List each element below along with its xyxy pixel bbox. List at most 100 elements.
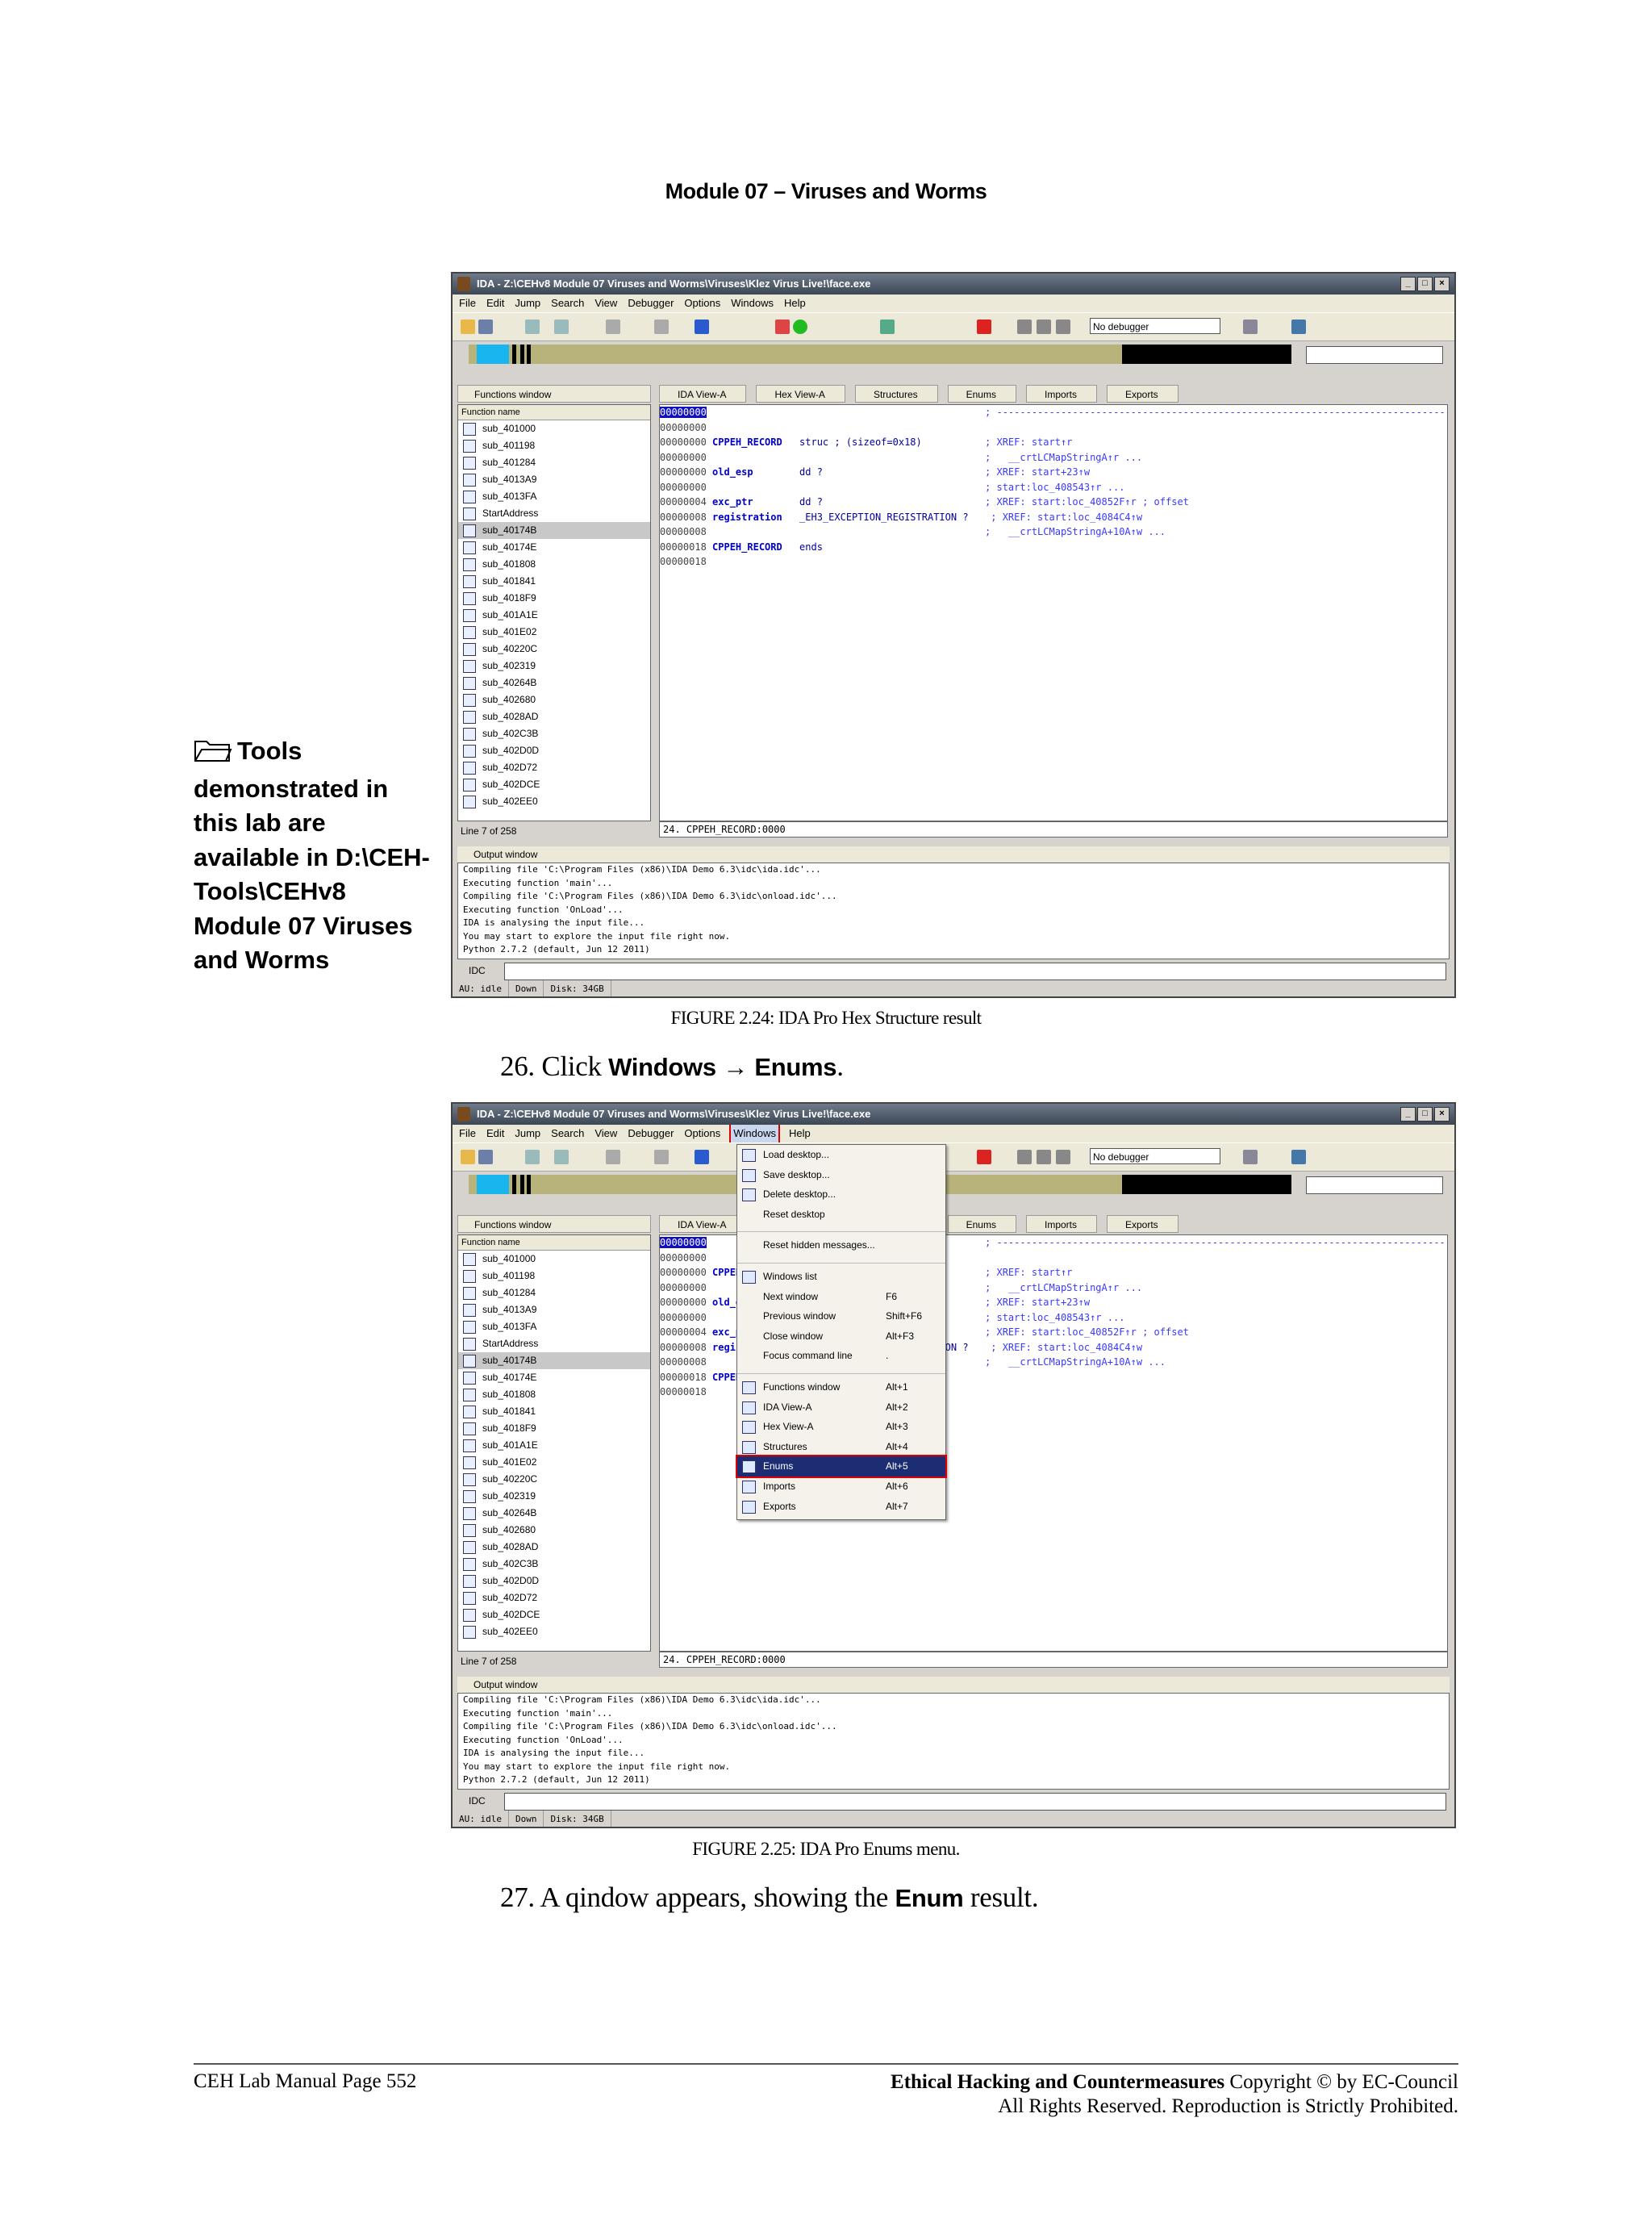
down-arrow-icon[interactable] — [695, 320, 709, 334]
function-row[interactable]: sub_401A1E — [458, 1437, 650, 1454]
menu-item-functions-window[interactable]: Functions window Alt+1 — [737, 1377, 945, 1397]
down-arrow-icon[interactable] — [695, 1150, 709, 1164]
function-row[interactable]: sub_4013A9 — [458, 471, 650, 488]
function-row[interactable]: sub_401841 — [458, 1403, 650, 1420]
function-row[interactable]: sub_401000 — [458, 420, 650, 437]
output-window[interactable]: Compiling file 'C:\Program Files (x86)\I… — [457, 1693, 1450, 1790]
menu-search[interactable]: Search — [551, 1125, 584, 1142]
function-row[interactable]: sub_402C3B — [458, 725, 650, 742]
save-icon[interactable] — [478, 1150, 493, 1164]
minimize-icon[interactable]: _ — [1400, 277, 1416, 291]
stop-icon[interactable] — [1056, 1150, 1070, 1164]
function-row[interactable]: sub_402DCE — [458, 1606, 650, 1623]
menu-item-structures[interactable]: Structures Alt+4 — [737, 1437, 945, 1457]
function-row[interactable]: sub_40220C — [458, 641, 650, 658]
function-row[interactable]: sub_402DCE — [458, 776, 650, 793]
function-row[interactable]: sub_401808 — [458, 1386, 650, 1403]
function-row[interactable]: sub_4018F9 — [458, 1420, 650, 1437]
save-icon[interactable] — [478, 320, 493, 334]
stop-icon[interactable] — [1056, 320, 1070, 334]
menu-item-next-window[interactable]: Next window F6 — [737, 1287, 945, 1307]
back-icon[interactable] — [525, 1150, 540, 1164]
run-icon[interactable] — [793, 320, 807, 334]
function-row[interactable]: sub_401284 — [458, 454, 650, 471]
menu-item-close-window[interactable]: Close window Alt+F3 — [737, 1326, 945, 1347]
menu-item-save-desktop[interactable]: Save desktop... — [737, 1165, 945, 1185]
tab-enums[interactable]: Enums — [947, 385, 1016, 403]
idc-input[interactable] — [504, 963, 1446, 980]
output-window[interactable]: Compiling file 'C:\Program Files (x86)\I… — [457, 863, 1450, 959]
menu-search[interactable]: Search — [551, 294, 584, 312]
minimize-icon[interactable]: _ — [1400, 1107, 1416, 1122]
attach-icon[interactable] — [1243, 1150, 1258, 1164]
function-row[interactable]: sub_402EE0 — [458, 1623, 650, 1640]
tab-ida-view[interactable]: IDA View-A — [659, 1215, 747, 1233]
function-row[interactable]: sub_40174B — [458, 522, 650, 539]
function-row[interactable]: sub_402EE0 — [458, 793, 650, 810]
open-icon[interactable] — [461, 320, 475, 334]
tab-imports[interactable]: Imports — [1025, 385, 1097, 403]
function-row[interactable]: sub_4028AD — [458, 1539, 650, 1556]
functions-list[interactable]: Function name sub_401000 sub_401198 sub_40… — [457, 404, 651, 821]
menu-item-previous-window[interactable]: Previous window Shift+F6 — [737, 1306, 945, 1326]
function-row[interactable]: sub_40220C — [458, 1471, 650, 1488]
function-row[interactable]: sub_401000 — [458, 1251, 650, 1268]
cancel-icon[interactable] — [977, 1150, 991, 1164]
maximize-icon[interactable]: □ — [1417, 1107, 1433, 1122]
nav-band-bar[interactable] — [469, 345, 1291, 364]
settings-icon[interactable] — [1291, 320, 1306, 334]
menu-options[interactable]: Options — [684, 1125, 720, 1142]
menu-edit[interactable]: Edit — [486, 294, 504, 312]
idc-input[interactable] — [504, 1793, 1446, 1811]
menu-item-ida-view-a[interactable]: IDA View-A Alt+2 — [737, 1397, 945, 1418]
menu-file[interactable]: File — [459, 294, 476, 312]
cancel-icon[interactable] — [977, 320, 991, 334]
function-row[interactable]: sub_4013FA — [458, 488, 650, 505]
menu-item-exports[interactable]: Exports Alt+7 — [737, 1497, 945, 1517]
function-row[interactable]: sub_4013FA — [458, 1318, 650, 1335]
tab-hex-view[interactable]: Hex View-A — [756, 385, 845, 403]
function-row[interactable]: sub_402C3B — [458, 1556, 650, 1573]
menu-debugger[interactable]: Debugger — [628, 294, 674, 312]
function-row[interactable]: sub_401198 — [458, 437, 650, 454]
menu-edit[interactable]: Edit — [486, 1125, 504, 1142]
nav-combo[interactable] — [1306, 1176, 1443, 1194]
function-row[interactable]: sub_4018F9 — [458, 590, 650, 607]
debugger-select[interactable]: No debugger — [1090, 318, 1220, 334]
function-row[interactable]: sub_40174B — [458, 1352, 650, 1369]
function-row[interactable]: sub_401A1E — [458, 607, 650, 624]
menu-item-focus-command-line[interactable]: Focus command line. — [737, 1346, 945, 1366]
plugin-icon[interactable] — [880, 320, 895, 334]
copy-icon[interactable] — [606, 320, 620, 334]
menu-view[interactable]: View — [594, 294, 617, 312]
menu-help[interactable]: Help — [789, 1125, 811, 1142]
settings-icon[interactable] — [1291, 1150, 1306, 1164]
function-row[interactable]: sub_402680 — [458, 691, 650, 708]
close-icon[interactable]: × — [1434, 277, 1450, 291]
pause-icon[interactable] — [1037, 1150, 1051, 1164]
menu-item-hex-view-a[interactable]: Hex View-A Alt+3 — [737, 1417, 945, 1437]
forward-icon[interactable] — [554, 320, 569, 334]
menu-windows[interactable]: Windows — [729, 1123, 780, 1144]
tab-imports[interactable]: Imports — [1025, 1215, 1097, 1233]
function-row[interactable]: sub_40174E — [458, 1369, 650, 1386]
paste-icon[interactable] — [654, 320, 669, 334]
menu-file[interactable]: File — [459, 1125, 476, 1142]
back-icon[interactable] — [525, 320, 540, 334]
function-row[interactable]: sub_402D72 — [458, 1589, 650, 1606]
paste-icon[interactable] — [654, 1150, 669, 1164]
close-icon[interactable]: × — [1434, 1107, 1450, 1122]
function-name-column[interactable]: Function name — [458, 405, 650, 420]
structure-view[interactable]: 00000000 ; -----------------------------… — [659, 404, 1448, 821]
play-icon[interactable] — [1017, 320, 1032, 334]
function-row[interactable]: sub_401E02 — [458, 624, 650, 641]
function-row[interactable]: sub_40264B — [458, 675, 650, 691]
function-row[interactable]: sub_402319 — [458, 658, 650, 675]
function-row[interactable]: sub_402D72 — [458, 759, 650, 776]
menu-item-delete-desktop[interactable]: Delete desktop... — [737, 1184, 945, 1205]
tab-ida-view[interactable]: IDA View-A — [659, 385, 747, 403]
function-row[interactable]: sub_401841 — [458, 573, 650, 590]
tab-exports[interactable]: Exports — [1107, 385, 1179, 403]
forward-icon[interactable] — [554, 1150, 569, 1164]
function-row[interactable]: sub_402319 — [458, 1488, 650, 1505]
